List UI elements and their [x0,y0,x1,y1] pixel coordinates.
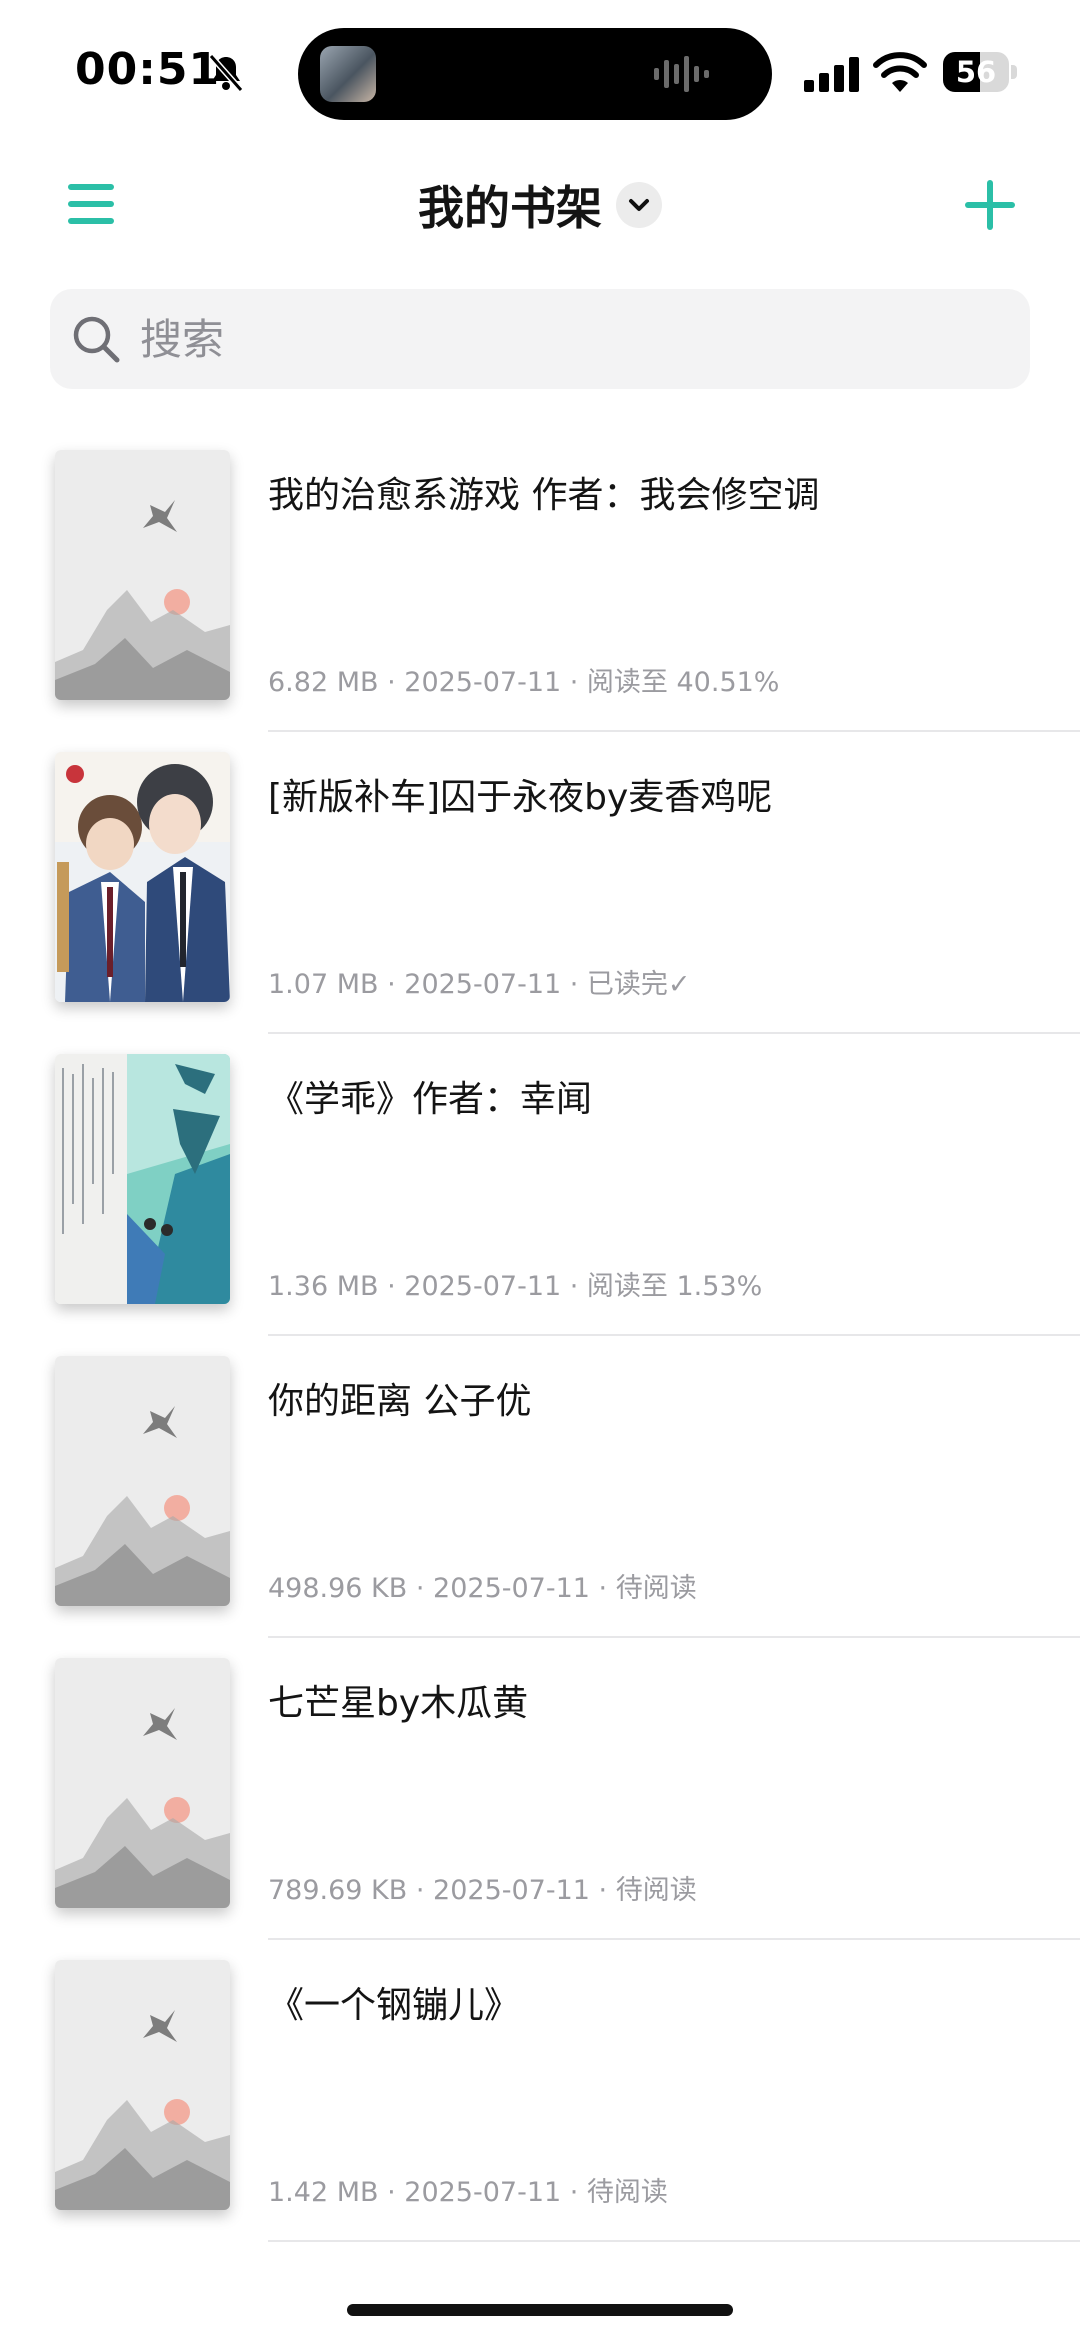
book-row[interactable]: 《一个钢镚儿》 1.42 MB · 2025-07-11 · 待阅读 [0,1940,1080,2242]
wifi-icon [873,52,927,92]
title-bar: 我的书架 [0,160,1080,250]
book-title: [新版补车]囚于永夜by麦香鸡呢 [268,777,773,818]
book-meta: 6.82 MB · 2025-07-11 · 阅读至 40.51% [268,667,780,698]
plus-icon[interactable] [965,180,1015,230]
now-playing-thumbnail [320,46,376,102]
header: 我的书架 [0,160,1080,250]
page-title[interactable]: 我的书架 [418,172,602,238]
book-cover [55,1054,230,1304]
book-meta: 1.07 MB · 2025-07-11 · 已读完✓ [268,969,691,1000]
divider [268,2240,1080,2242]
status-bar: 00:51 56 [0,0,1080,140]
book-row[interactable]: 《学乖》作者：幸闻 1.36 MB · 2025-07-11 · 阅读至 1.5… [0,1034,1080,1336]
book-row[interactable]: 我的治愈系游戏 作者：我会修空调 6.82 MB · 2025-07-11 · … [0,430,1080,732]
waveform-icon [654,56,709,92]
book-list: 我的治愈系游戏 作者：我会修空调 6.82 MB · 2025-07-11 · … [0,430,1080,2242]
home-indicator[interactable] [347,2304,733,2316]
book-meta: 789.69 KB · 2025-07-11 · 待阅读 [268,1875,697,1906]
book-cover [55,450,230,700]
book-title: 我的治愈系游戏 作者：我会修空调 [268,475,820,516]
search-bar[interactable] [50,289,1030,389]
book-row[interactable]: [新版补车]囚于永夜by麦香鸡呢 1.07 MB · 2025-07-11 · … [0,732,1080,1034]
battery-percent: 56 [955,55,997,89]
book-meta: 1.36 MB · 2025-07-11 · 阅读至 1.53% [268,1271,763,1302]
book-meta: 498.96 KB · 2025-07-11 · 待阅读 [268,1573,697,1604]
battery-icon: 56 [943,52,1019,92]
chevron-down-icon[interactable] [616,182,662,228]
search-input[interactable] [130,289,1010,389]
search-icon [73,316,120,363]
book-title: 你的距离 公子优 [268,1381,532,1422]
signal-icon [804,57,859,92]
book-cover [55,1960,230,2210]
book-row[interactable]: 你的距离 公子优 498.96 KB · 2025-07-11 · 待阅读 [0,1336,1080,1638]
book-title: 《一个钢镚儿》 [268,1985,521,2026]
book-cover [55,1658,230,1908]
book-cover [55,1356,230,1606]
book-title: 《学乖》作者：幸闻 [268,1079,593,1120]
bell-slash-icon [208,54,244,92]
book-title: 七芒星by木瓜黄 [268,1683,529,1724]
status-time: 00:51 [75,44,221,95]
book-meta: 1.42 MB · 2025-07-11 · 待阅读 [268,2177,668,2208]
book-cover [55,752,230,1002]
dynamic-island[interactable] [298,28,772,120]
book-row[interactable]: 七芒星by木瓜黄 789.69 KB · 2025-07-11 · 待阅读 [0,1638,1080,1940]
